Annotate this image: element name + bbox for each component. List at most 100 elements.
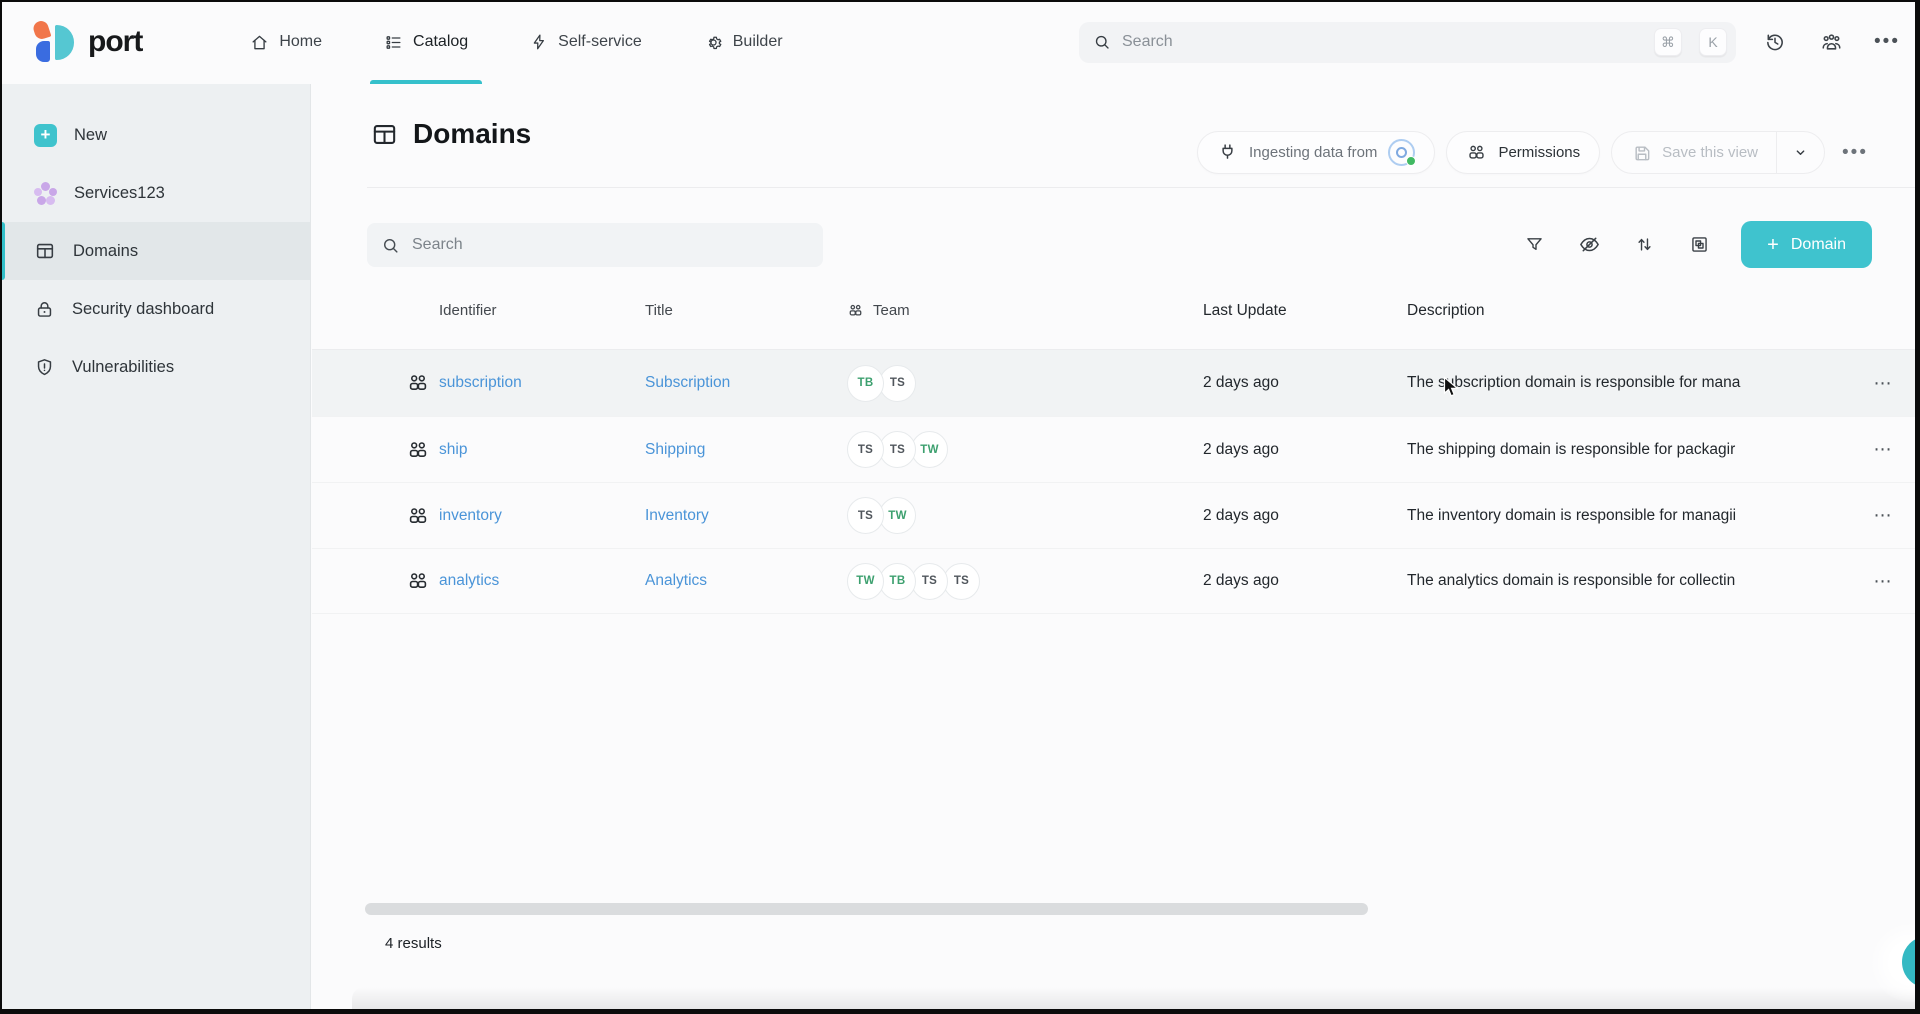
nav-label: Self-service [558,33,642,51]
table-body: subscription Subscription TBTS 2 days ag… [312,350,1920,614]
description-cell: The inventory domain is responsible for … [1407,507,1846,525]
table-row[interactable]: inventory Inventory TSTW 2 days ago The … [312,482,1920,548]
port-logo[interactable]: port [33,20,142,64]
title-link[interactable]: Inventory [645,507,709,524]
team-avatar[interactable]: TW [847,563,884,600]
save-icon [1632,143,1652,163]
column-header-identifier[interactable]: Identifier [439,302,645,319]
sidebar-item-label: Vulnerabilities [72,358,174,377]
sidebar-item-security-dashboard[interactable]: Security dashboard [0,280,310,338]
lightning-icon [530,33,548,51]
team-avatar[interactable]: TW [879,497,916,534]
app-window: port Home Catalog Self-service Builder [0,0,1920,1014]
table-row[interactable]: subscription Subscription TBTS 2 days ag… [312,350,1920,416]
save-view-dropdown-button[interactable] [1776,132,1824,173]
history-icon[interactable] [1760,27,1790,57]
horizontal-scrollbar[interactable] [365,903,1368,915]
gear-icon [704,33,723,52]
row-more-button[interactable]: ⋯ [1846,439,1920,460]
team-avatar[interactable]: TS [911,563,948,600]
navbar-more-icon[interactable]: ••• [1872,27,1902,57]
description-cell: The shipping domain is responsible for p… [1407,441,1846,459]
page-header: Domains Ingesting data from Permissions … [312,84,1920,188]
sidebar-item-vulnerabilities[interactable]: Vulnerabilities [0,338,310,396]
column-header-team[interactable]: Team [847,302,1203,319]
chevron-down-icon [1791,143,1810,162]
save-view-button[interactable]: Save this view [1612,132,1776,173]
sidebar-item-label: Domains [73,242,138,261]
identifier-link[interactable]: subscription [439,374,522,391]
catalog-icon [384,33,403,52]
nav-label: Builder [733,33,783,51]
page-title: Domains [370,118,531,150]
identifier-link[interactable]: ship [439,441,467,458]
identifier-link[interactable]: inventory [439,507,502,524]
page-more-button[interactable]: ••• [1836,131,1874,174]
team-avatars: TSTSTW [847,431,1203,468]
sidebar-item-services123[interactable]: Services123 [0,164,310,222]
table-row[interactable]: ship Shipping TSTSTW 2 days ago The ship… [312,416,1920,482]
title-link[interactable]: Analytics [645,572,707,589]
team-avatar[interactable]: TS [879,431,916,468]
people-icon [847,302,864,319]
organization-icon[interactable] [1816,27,1846,57]
lock-icon [34,299,55,320]
team-avatar[interactable]: TS [847,431,884,468]
hide-columns-icon[interactable] [1573,229,1605,261]
table-search[interactable] [367,223,823,267]
people-icon [396,504,439,528]
group-by-icon[interactable] [1683,229,1715,261]
column-header-description[interactable]: Description [1407,302,1846,320]
table-header-row: Identifier Title Team Last Update Descri… [312,272,1920,350]
navbar-actions: ••• [1760,27,1902,57]
team-avatar[interactable]: TS [943,563,980,600]
nav-item-self-service[interactable]: Self-service [530,0,642,84]
sidebar: + New Services123 Domains Security dashb… [0,84,311,1014]
integration-badge [1388,139,1415,166]
team-avatars: TWTBTSTS [847,563,1203,600]
sidebar-item-domains[interactable]: Domains [0,222,310,280]
identifier-link[interactable]: analytics [439,572,499,589]
top-navbar: port Home Catalog Self-service Builder [0,0,1920,84]
nav-item-home[interactable]: Home [250,0,322,84]
team-avatars: TSTW [847,497,1203,534]
cmd-keycap: ⌘ [1654,28,1682,56]
search-icon [1093,33,1111,51]
filter-icon[interactable] [1518,229,1550,261]
people-icon [396,371,439,395]
ingesting-data-button[interactable]: Ingesting data from [1197,131,1435,174]
global-search-input[interactable] [1122,33,1643,51]
team-avatar[interactable]: TS [879,365,916,402]
title-link[interactable]: Shipping [645,441,705,458]
primary-nav: Home Catalog Self-service Builder [250,0,782,84]
services-cluster-icon [34,182,57,205]
row-more-button[interactable]: ⋯ [1846,571,1920,592]
table-toolbar: + Domain [312,188,1920,272]
column-header-title[interactable]: Title [645,302,847,319]
team-avatar[interactable]: TB [879,563,916,600]
nav-item-catalog[interactable]: Catalog [384,0,468,84]
title-link[interactable]: Subscription [645,374,730,391]
nav-label: Home [279,33,322,51]
table-row[interactable]: analytics Analytics TWTBTSTS 2 days ago … [312,548,1920,614]
row-more-button[interactable]: ⋯ [1846,373,1920,394]
permissions-button[interactable]: Permissions [1446,131,1600,174]
table-search-input[interactable] [412,236,809,254]
team-avatar[interactable]: TW [911,431,948,468]
port-logo-icon [33,20,77,64]
sort-icon[interactable] [1628,229,1660,261]
sidebar-item-new[interactable]: + New [0,106,310,164]
global-search[interactable]: ⌘ K [1079,22,1736,63]
team-avatars: TBTS [847,365,1203,402]
team-avatar[interactable]: TS [847,497,884,534]
last-update-cell: 2 days ago [1203,572,1407,590]
row-more-button[interactable]: ⋯ [1846,505,1920,526]
brand-name: port [88,25,142,59]
column-header-last-update[interactable]: Last Update [1203,302,1407,320]
last-update-cell: 2 days ago [1203,507,1407,525]
add-domain-button[interactable]: + Domain [1741,221,1872,268]
nav-item-builder[interactable]: Builder [704,0,783,84]
team-avatar[interactable]: TB [847,365,884,402]
results-count: 4 results [385,935,442,952]
header-actions: Ingesting data from Permissions Save thi… [1197,131,1874,174]
